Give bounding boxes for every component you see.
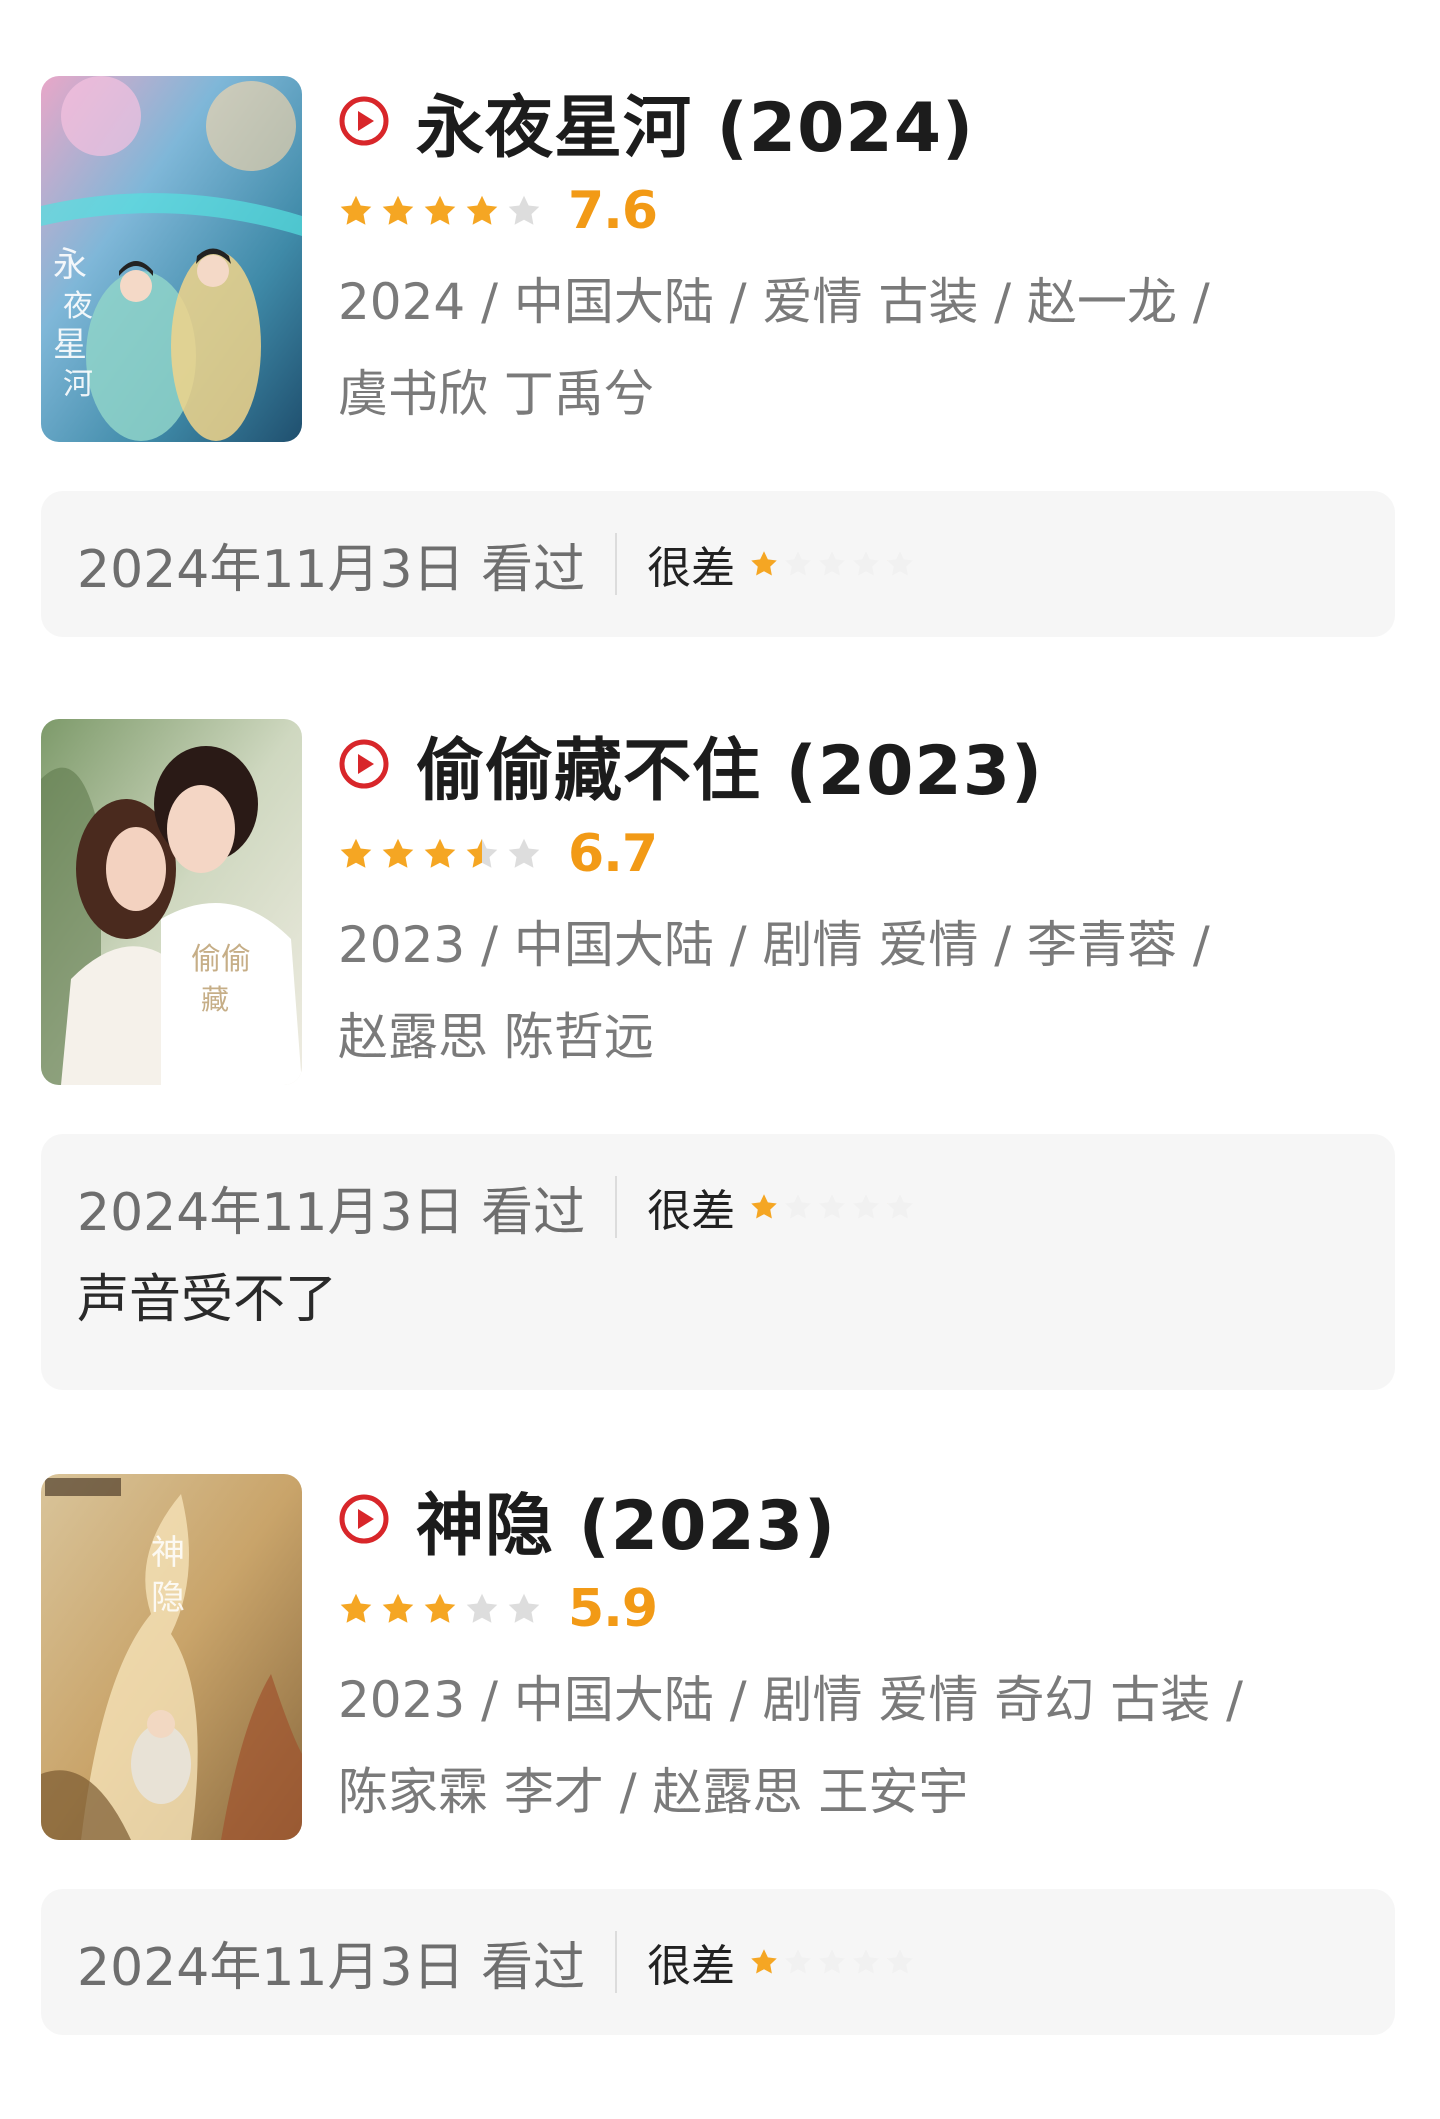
- rating-row: 6.7: [338, 809, 1398, 899]
- rating-score: 5.9: [568, 1579, 658, 1639]
- movie-poster[interactable]: 永 夜 星 河: [41, 76, 302, 442]
- rating-score: 7.6: [568, 181, 658, 241]
- user-verdict: 很差: [647, 1186, 736, 1237]
- watched-date: 2024年11月3日 看过: [77, 1182, 586, 1243]
- movie-meta-line: 2024 / 中国大陆 / 爱情 古装 / 赵一龙 /: [338, 273, 1210, 331]
- play-circle-icon[interactable]: [338, 738, 390, 790]
- svg-text:隐: 隐: [151, 1578, 185, 1618]
- rating-stars: [338, 1591, 548, 1627]
- star-icon: [887, 1194, 913, 1219]
- star-icon: [785, 1949, 811, 1974]
- star-icon: [887, 1949, 913, 1974]
- review-card: 2024年11月3日 看过 很差 声音受不了: [41, 1134, 1395, 1390]
- star-icon: [819, 1194, 845, 1219]
- star-icon: [508, 1593, 540, 1623]
- poster-image-3: 神 隐: [41, 1474, 302, 1840]
- star-icon: [424, 838, 456, 868]
- star-icon: [785, 551, 811, 576]
- divider: [615, 1176, 618, 1238]
- star-icon: [466, 1593, 498, 1623]
- poster-image-2: 偷偷 藏: [41, 719, 302, 1085]
- svg-text:永: 永: [53, 245, 87, 285]
- title-row: 偷偷藏不住 (2023): [338, 719, 1398, 811]
- movie-meta-line: 赵露思 陈哲远: [338, 1008, 654, 1066]
- watched-date: 2024年11月3日 看过: [77, 1937, 586, 1998]
- review-row: 2024年11月3日 看过 很差: [41, 491, 1395, 637]
- review-row: 2024年11月3日 看过 很差: [41, 1889, 1395, 2035]
- title-row: 神隐 (2023): [338, 1474, 1398, 1566]
- user-verdict: 很差: [647, 1941, 736, 1992]
- star-icon: [424, 195, 456, 225]
- star-icon: [751, 551, 777, 576]
- star-icon: [340, 838, 372, 868]
- star-icon: [819, 551, 845, 576]
- star-icon: [853, 551, 879, 576]
- star-icon: [382, 838, 414, 868]
- user-comment: 声音受不了: [77, 1270, 338, 1330]
- divider: [615, 533, 618, 595]
- user-rating-stars: [749, 1947, 919, 1977]
- svg-text:神: 神: [151, 1533, 185, 1573]
- star-icon: [853, 1194, 879, 1219]
- rating-row: 7.6: [338, 166, 1398, 256]
- rating-score: 6.7: [568, 824, 658, 884]
- review-row: 2024年11月3日 看过 很差: [41, 1134, 1395, 1280]
- movie-poster[interactable]: 神 隐: [41, 1474, 302, 1840]
- svg-text:偷偷: 偷偷: [191, 942, 251, 977]
- poster-image-1: 永 夜 星 河: [41, 76, 302, 442]
- watched-date: 2024年11月3日 看过: [77, 539, 586, 600]
- movie-meta-line: 2023 / 中国大陆 / 剧情 爱情 / 李青蓉 /: [338, 916, 1210, 974]
- svg-text:星: 星: [53, 325, 87, 365]
- movie-meta-line: 2023 / 中国大陆 / 剧情 爱情 奇幻 古装 /: [338, 1671, 1243, 1729]
- star-icon: [340, 1593, 372, 1623]
- svg-text:河: 河: [63, 367, 93, 402]
- star-icon: [751, 1194, 777, 1219]
- play-circle-icon[interactable]: [338, 95, 390, 147]
- star-icon: [424, 1593, 456, 1623]
- svg-text:夜: 夜: [63, 289, 93, 324]
- star-icon: [382, 1593, 414, 1623]
- user-verdict: 很差: [647, 543, 736, 594]
- user-rating-stars: [749, 1192, 919, 1222]
- play-circle-icon[interactable]: [338, 1493, 390, 1545]
- star-icon: [340, 195, 372, 225]
- star-icon: [466, 195, 498, 225]
- title-row: 永夜星河 (2024): [338, 76, 1398, 168]
- movie-info: 神隐 (2023) 5.9 2023 / 中国大陆 / 剧情 爱情 奇幻 古装 …: [338, 1474, 1398, 1838]
- rating-stars: [338, 836, 548, 872]
- movie-title[interactable]: 神隐 (2023): [416, 1470, 836, 1569]
- star-icon: [819, 1949, 845, 1974]
- movie-info: 偷偷藏不住 (2023) 6.7 2023 / 中国大陆 / 剧情 爱情 / 李…: [338, 719, 1398, 1083]
- star-icon: [508, 195, 540, 225]
- divider: [615, 1931, 618, 1993]
- movie-poster[interactable]: 偷偷 藏: [41, 719, 302, 1085]
- movie-meta-line: 虞书欣 丁禹兮: [338, 365, 654, 423]
- review-card: 2024年11月3日 看过 很差: [41, 1889, 1395, 2035]
- review-card: 2024年11月3日 看过 很差: [41, 491, 1395, 637]
- star-icon: [751, 1949, 777, 1974]
- rating-row: 5.9: [338, 1564, 1398, 1654]
- rating-stars: [338, 193, 548, 229]
- movie-meta-line: 陈家霖 李才 / 赵露思 王安宇: [338, 1763, 969, 1821]
- star-icon: [853, 1949, 879, 1974]
- movie-info: 永夜星河 (2024) 7.6 2024 / 中国大陆 / 爱情 古装 / 赵一…: [338, 76, 1398, 440]
- star-icon: [382, 195, 414, 225]
- star-icon: [466, 838, 498, 868]
- star-icon: [508, 838, 540, 868]
- star-icon: [887, 551, 913, 576]
- movie-title[interactable]: 永夜星河 (2024): [416, 72, 974, 171]
- star-icon: [785, 1194, 811, 1219]
- user-rating-stars: [749, 549, 919, 579]
- movie-title[interactable]: 偷偷藏不住 (2023): [416, 715, 1043, 814]
- svg-text:藏: 藏: [201, 983, 229, 1016]
